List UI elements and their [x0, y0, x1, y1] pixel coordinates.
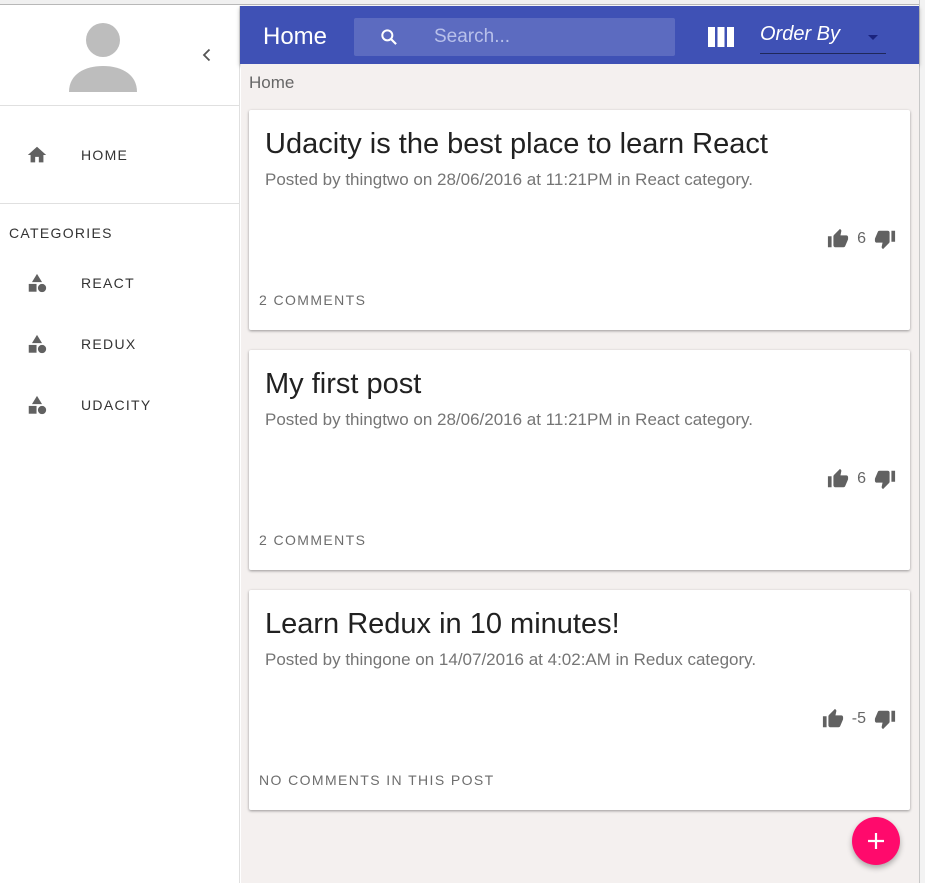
post-score: -5 — [851, 710, 866, 727]
order-by-value: Order By — [760, 23, 841, 45]
thumb-up-icon[interactable] — [827, 228, 849, 250]
thumb-down-icon[interactable] — [874, 468, 896, 490]
sidebar-item-label: REACT — [81, 275, 135, 291]
chevron-down-icon — [868, 35, 878, 40]
search-input[interactable] — [434, 24, 664, 50]
chevron-left-icon[interactable] — [198, 46, 216, 64]
post-meta: Posted by thingtwo on 28/06/2016 at 11:2… — [265, 410, 753, 429]
post-card: Learn Redux in 10 minutes! Posted by thi… — [249, 590, 910, 810]
sidebar-home-section: HOME — [0, 106, 239, 204]
post-title[interactable]: My first post — [265, 368, 421, 401]
main-content: Home Udacity is the best place to learn … — [241, 64, 919, 883]
sidebar-item-label: HOME — [81, 147, 129, 163]
add-post-button[interactable] — [852, 817, 900, 865]
comments-link[interactable]: 2 COMMENTS — [259, 532, 366, 548]
search-icon — [381, 29, 397, 45]
categories-heading: CATEGORIES — [9, 225, 113, 241]
breadcrumb: Home — [249, 73, 295, 92]
sidebar-item-home[interactable]: HOME — [0, 135, 240, 175]
comments-link[interactable]: 2 COMMENTS — [259, 292, 366, 308]
sidebar-item-label: UDACITY — [81, 397, 152, 413]
thumb-down-icon[interactable] — [874, 708, 896, 730]
category-icon — [28, 273, 47, 293]
category-icon — [28, 334, 47, 354]
post-card: Udacity is the best place to learn React… — [249, 110, 910, 330]
sidebar-item-redux[interactable]: REDUX — [0, 324, 240, 364]
person-icon — [69, 23, 137, 92]
post-meta: Posted by thingone on 14/07/2016 at 4:02… — [265, 650, 757, 669]
add-icon — [868, 833, 884, 849]
post-title[interactable]: Udacity is the best place to learn React — [265, 128, 768, 161]
window-right-edge — [919, 0, 925, 883]
sidebar-item-react[interactable]: REACT — [0, 263, 240, 303]
post-score: 6 — [857, 470, 866, 487]
search-box — [354, 18, 675, 56]
vote-controls: -5 — [822, 708, 896, 730]
sidebar: HOME CATEGORIES REACT REDUX UDACITY — [0, 6, 240, 883]
post-score: 6 — [857, 230, 866, 247]
thumb-down-icon[interactable] — [874, 228, 896, 250]
sidebar-item-label: REDUX — [81, 336, 137, 352]
window-top-edge — [0, 0, 925, 5]
home-icon — [27, 146, 47, 163]
view-column-icon[interactable] — [708, 27, 734, 47]
vote-controls: 6 — [827, 468, 896, 490]
post-meta: Posted by thingtwo on 28/06/2016 at 11:2… — [265, 170, 753, 189]
category-icon — [28, 395, 47, 415]
vote-controls: 6 — [827, 228, 896, 250]
thumb-up-icon[interactable] — [822, 708, 844, 730]
post-title[interactable]: Learn Redux in 10 minutes! — [265, 608, 620, 641]
sidebar-profile — [0, 6, 239, 106]
post-card: My first post Posted by thingtwo on 28/0… — [249, 350, 910, 570]
app-bar: Home Order By — [240, 6, 919, 64]
sidebar-item-udacity[interactable]: UDACITY — [0, 385, 240, 425]
comments-link[interactable]: NO COMMENTS IN THIS POST — [259, 772, 495, 788]
page-title: Home — [263, 23, 328, 50]
thumb-up-icon[interactable] — [827, 468, 849, 490]
order-by-select[interactable]: Order By — [760, 20, 886, 54]
